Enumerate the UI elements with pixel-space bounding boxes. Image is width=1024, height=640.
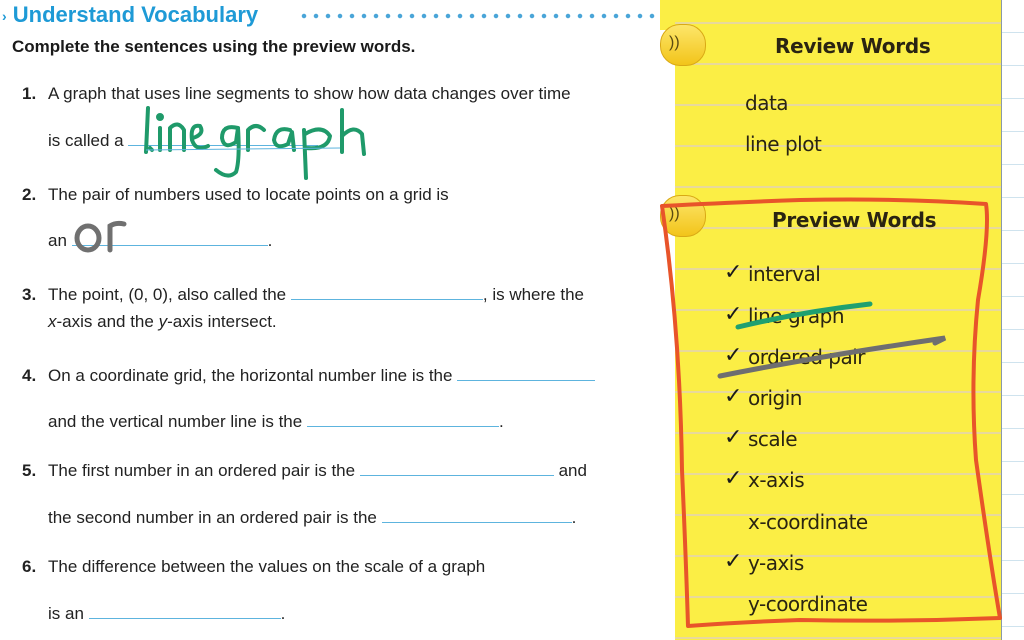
question-2-line-1: 2. The pair of numbers used to locate poi…	[22, 185, 449, 205]
review-words-title: Review Words	[775, 34, 931, 58]
question-text: A graph that uses line segments to show …	[48, 84, 571, 103]
question-text: an	[48, 231, 67, 250]
answer-blank-4b[interactable]	[306, 412, 499, 427]
preview-word: x-coordinate	[748, 510, 868, 534]
checkmark-icon: ✓	[724, 259, 743, 284]
punctuation: .	[498, 412, 504, 431]
question-text: The first number in an ordered pair is t…	[48, 461, 356, 480]
question-1-line-2: is called a	[48, 131, 319, 151]
worksheet: › Understand Vocabulary Complete the sen…	[0, 0, 675, 640]
preview-words-title: Preview Words	[772, 208, 937, 232]
question-6-line-1: 6. The difference between the values on t…	[22, 557, 485, 577]
question-text: -axis and the	[56, 312, 159, 331]
preview-word: y-axis	[748, 551, 804, 575]
dotted-rule	[298, 12, 660, 20]
question-text: -axis intersect.	[167, 312, 277, 331]
var-y: y	[158, 312, 168, 331]
section-title-text: Understand Vocabulary	[12, 2, 259, 27]
question-text: is an	[48, 604, 84, 623]
answer-blank-4a[interactable]	[457, 366, 596, 381]
question-number: 6.	[22, 557, 37, 576]
question-2-line-2: an .	[48, 231, 272, 251]
checkmark-icon: ✓	[724, 342, 743, 367]
question-number: 5.	[22, 461, 37, 480]
question-4-line-1: 4. On a coordinate grid, the horizontal n…	[22, 366, 596, 386]
var-x: x	[48, 312, 57, 331]
question-4-line-2: and the vertical number line is the .	[48, 412, 504, 432]
section-title: › Understand Vocabulary	[2, 2, 258, 28]
question-text: The pair of numbers used to locate point…	[48, 185, 449, 204]
preview-word: scale	[748, 427, 798, 451]
speaker-icon: ))	[669, 34, 680, 51]
punctuation: .	[571, 508, 577, 527]
title-arrow-icon: ›	[2, 8, 7, 25]
question-text: The difference between the values on the…	[48, 557, 486, 576]
checkmark-icon: ✓	[724, 465, 743, 490]
preview-audio-button[interactable]: ))	[660, 195, 706, 237]
instructions: Complete the sentences using the preview…	[12, 37, 416, 56]
question-text: is called a	[48, 131, 124, 150]
checkmark-icon: ✓	[724, 424, 743, 449]
checkmark-icon: ✓	[724, 383, 743, 408]
answer-blank-2[interactable]	[71, 231, 268, 246]
answer-blank-3[interactable]	[290, 285, 483, 300]
review-audio-button[interactable]: ))	[660, 24, 706, 66]
preview-word: ordered pair	[748, 345, 865, 369]
preview-word: x-axis	[748, 468, 805, 492]
question-text: the second number in an ordered pair is …	[48, 508, 377, 527]
preview-word: interval	[748, 262, 821, 286]
question-1-line-1: 1. A graph that uses line segments to sho…	[22, 84, 571, 104]
question-number: 3.	[22, 285, 37, 304]
checkmark-icon: ✓	[724, 548, 743, 573]
question-text: The point, (0, 0), also called the	[48, 285, 287, 304]
answer-blank-5a[interactable]	[359, 461, 554, 476]
speaker-icon: ))	[669, 205, 680, 222]
question-number: 4.	[22, 366, 37, 385]
ruled-paper-edge	[1001, 0, 1024, 640]
question-3-line-2: x-axis and the y-axis intersect.	[48, 312, 277, 332]
preview-word: origin	[748, 386, 802, 410]
checkmark-icon: ✓	[724, 301, 743, 326]
question-3-line-1: 3. The point, (0, 0), also called the , i…	[22, 285, 584, 305]
answer-blank-6[interactable]	[88, 604, 281, 619]
review-word: data	[745, 91, 789, 115]
answer-blank-1[interactable]	[128, 131, 319, 146]
question-text: and	[558, 461, 587, 480]
answer-blank-5b[interactable]	[381, 508, 572, 523]
review-word: line plot	[745, 132, 822, 156]
question-text: , is where the	[482, 285, 584, 304]
preview-word: line graph	[748, 304, 845, 328]
question-number: 1.	[22, 84, 37, 103]
punctuation: .	[267, 231, 273, 250]
question-5-line-2: the second number in an ordered pair is …	[48, 508, 576, 528]
punctuation: .	[280, 604, 286, 623]
question-text: On a coordinate grid, the horizontal num…	[48, 366, 453, 385]
question-number: 2.	[22, 185, 37, 204]
preview-word: y-coordinate	[748, 592, 868, 616]
question-5-line-1: 5. The first number in an ordered pair is…	[22, 461, 587, 481]
question-6-line-2: is an .	[48, 604, 285, 624]
question-text: and the vertical number line is the	[48, 412, 303, 431]
